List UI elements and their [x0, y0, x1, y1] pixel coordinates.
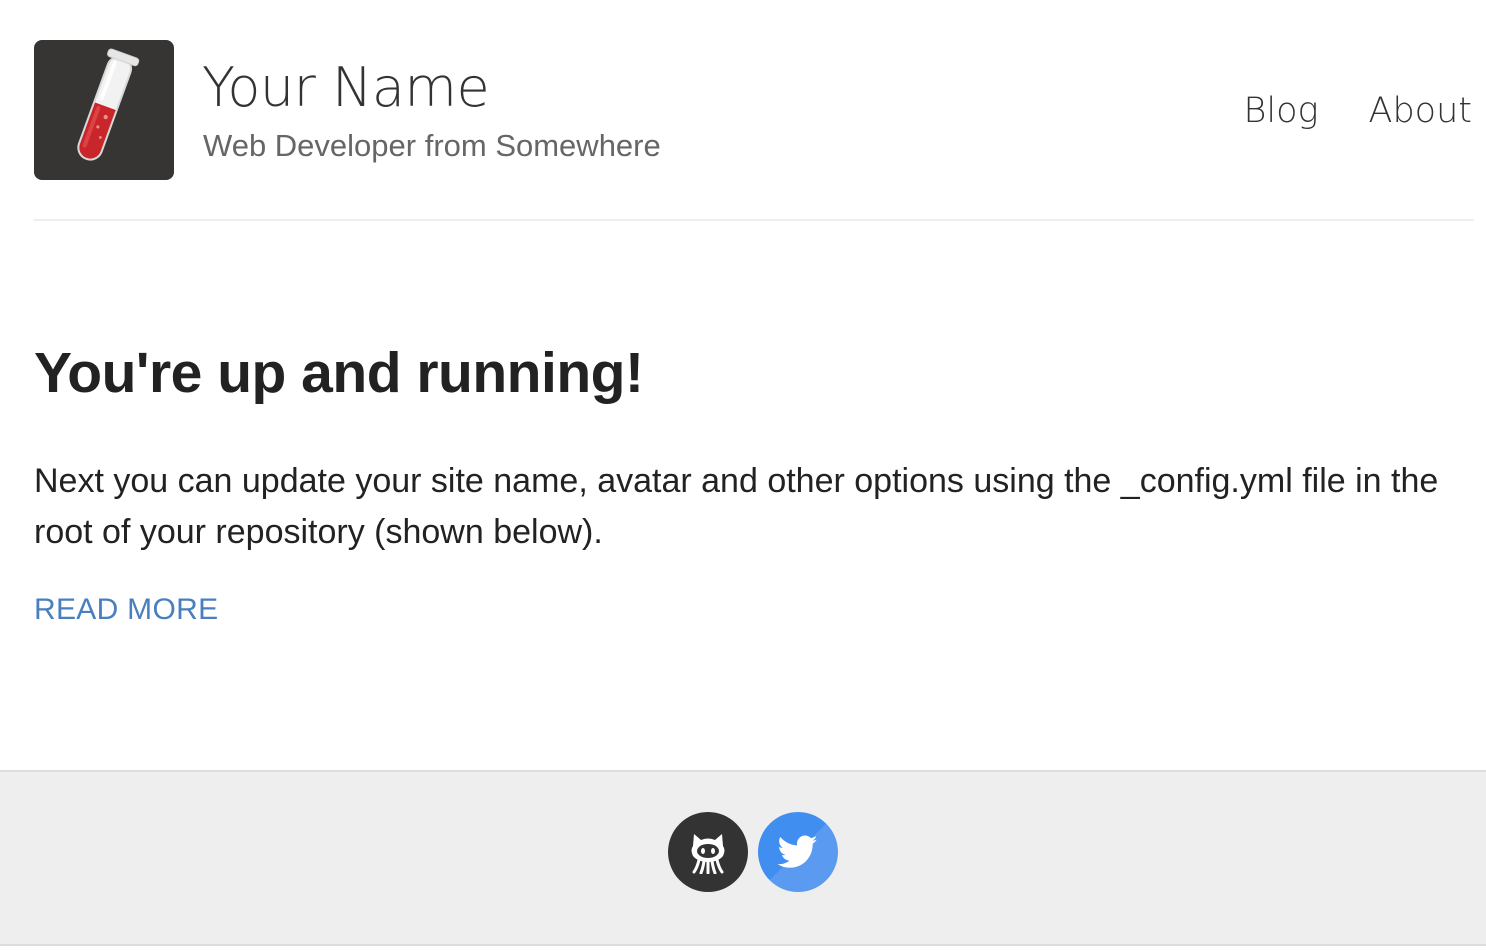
site-nav: Blog About [1243, 90, 1472, 132]
site-avatar[interactable] [34, 40, 174, 180]
github-button[interactable] [668, 812, 748, 892]
site-footer [0, 770, 1486, 946]
post: You're up and running! Next you can upda… [34, 340, 1464, 628]
github-octocat-icon [691, 834, 725, 874]
twitter-bird-icon [778, 835, 818, 868]
page: Your Name Web Developer from Somewhere B… [0, 0, 1486, 952]
test-tube-icon [77, 48, 140, 161]
nav-link-blog[interactable]: Blog [1243, 90, 1318, 132]
site-title[interactable]: Your Name [202, 56, 490, 120]
post-title[interactable]: You're up and running! [34, 340, 1464, 406]
read-more-link[interactable]: READ MORE [34, 592, 218, 628]
post-excerpt: Next you can update your site name, avat… [34, 462, 1439, 551]
twitter-button[interactable] [758, 812, 838, 892]
social-links [668, 812, 838, 892]
nav-link-about[interactable]: About [1369, 90, 1472, 132]
site-description: Web Developer from Somewhere [203, 128, 661, 163]
masthead: Your Name Web Developer from Somewhere B… [34, 40, 1474, 221]
